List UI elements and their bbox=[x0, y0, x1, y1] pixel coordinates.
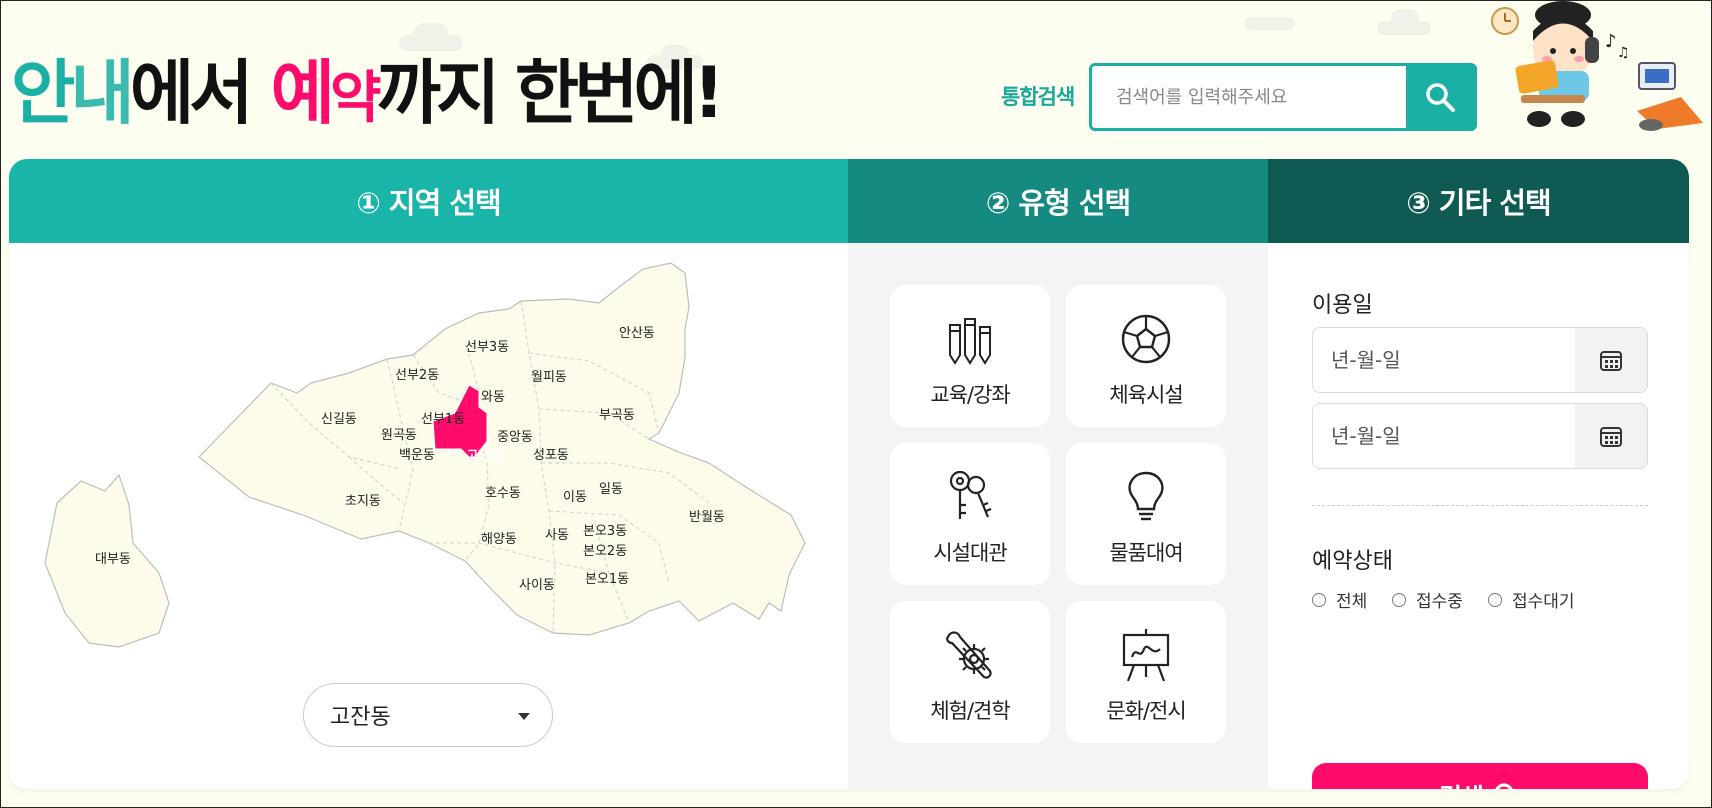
status-radio-pending[interactable]: 접수대기 bbox=[1488, 587, 1575, 612]
region-map: 안산동 선부3동 월피동 선부2동 와동 부곡동 신길동 선부1동 원곡동 중앙… bbox=[44, 262, 806, 648]
category-card-education[interactable]: 교육/강좌 bbox=[890, 285, 1050, 427]
map-label: 이동 bbox=[563, 490, 587, 505]
category-card-item-rental[interactable]: 물품대여 bbox=[1066, 443, 1226, 585]
other-selection-column: 이용일 예약상태 전체 접수중 접수대기 검색 bbox=[1268, 243, 1689, 789]
radio-label: 전체 bbox=[1336, 592, 1368, 612]
map-label: 호수동 bbox=[485, 486, 521, 501]
map-label: 본오2동 bbox=[583, 544, 627, 559]
region-select-value: 고잔동 bbox=[330, 705, 391, 730]
search-icon bbox=[1495, 783, 1513, 789]
map-label: 일동 bbox=[599, 482, 623, 497]
map-label: 선부3동 bbox=[465, 340, 509, 355]
submit-search-button[interactable]: 검색 bbox=[1312, 763, 1648, 789]
map-label: 사동 bbox=[545, 528, 569, 543]
search-label: 통합검색 bbox=[1001, 85, 1075, 109]
map-label: 선부2동 bbox=[395, 368, 439, 383]
submit-label: 검색 bbox=[1439, 778, 1484, 789]
cloud-decoration bbox=[1245, 17, 1295, 30]
category-card-culture[interactable]: 문화/전시 bbox=[1066, 601, 1226, 743]
category-card-sports[interactable]: 체육시설 bbox=[1066, 285, 1226, 427]
map-label: 선부1동 bbox=[421, 412, 465, 427]
headline-part: 에서 bbox=[129, 52, 254, 134]
cloud-decoration bbox=[413, 23, 449, 47]
category-label: 체육시설 bbox=[1109, 383, 1183, 407]
region-select[interactable]: 고잔동 bbox=[303, 683, 553, 747]
map-label: 본오3동 bbox=[583, 524, 627, 539]
map-label: 대부동 bbox=[95, 552, 131, 567]
date-end bbox=[1312, 403, 1648, 469]
radio-circle bbox=[1312, 592, 1326, 607]
map-label: 백운동 bbox=[399, 448, 435, 463]
category-label: 시설대관 bbox=[933, 541, 1007, 565]
calendar-button[interactable] bbox=[1575, 404, 1647, 468]
search-icon bbox=[1426, 83, 1455, 112]
search-input[interactable] bbox=[1092, 66, 1406, 128]
headline-part: 안 bbox=[11, 52, 75, 134]
tab-region[interactable]: ① 지역 선택 bbox=[9, 159, 848, 243]
category-label: 물품대여 bbox=[1109, 541, 1183, 565]
easel-icon bbox=[1122, 629, 1170, 682]
map-label-selected: 고잔동 bbox=[467, 447, 500, 462]
date-start bbox=[1312, 327, 1648, 393]
category-label: 체험/견학 bbox=[930, 699, 1010, 723]
calendar-icon bbox=[1600, 427, 1622, 447]
category-card-experience[interactable]: 체험/견학 bbox=[890, 601, 1050, 743]
radio-circle bbox=[1488, 592, 1502, 607]
date-start-input[interactable] bbox=[1313, 328, 1577, 392]
pencils-icon bbox=[949, 318, 991, 365]
map-area-main[interactable] bbox=[198, 262, 806, 636]
map-label: 신길동 bbox=[321, 412, 357, 427]
date-title: 이용일 bbox=[1312, 293, 1373, 318]
category-label: 교육/강좌 bbox=[930, 383, 1010, 407]
character-illustration: ♪ ♫ bbox=[1491, 1, 1703, 131]
cloud-decoration bbox=[1391, 9, 1419, 27]
radio-label: 접수중 bbox=[1416, 592, 1463, 612]
category-label: 문화/전시 bbox=[1106, 699, 1186, 723]
svg-text:♪: ♪ bbox=[1605, 31, 1617, 52]
tab-other[interactable]: ③ 기타 선택 bbox=[1268, 159, 1689, 243]
map-label: 반월동 bbox=[689, 510, 725, 525]
map-label: 중앙동 bbox=[497, 430, 533, 445]
keys-icon bbox=[949, 470, 992, 519]
reservation-panel: ① 지역 선택 ② 유형 선택 ③ 기타 선택 안산동 선부3동 월피동 선부2… bbox=[9, 159, 1689, 789]
map-label: 성포동 bbox=[533, 448, 569, 463]
headline-part: 예 bbox=[270, 52, 335, 134]
map-label: 와동 bbox=[481, 390, 505, 405]
tab-type[interactable]: ② 유형 선택 bbox=[848, 159, 1268, 243]
headline-part: 내 bbox=[70, 52, 134, 134]
page-headline: 안내에서 예약까지 한번에! bbox=[11, 52, 725, 139]
radio-label: 접수대기 bbox=[1512, 592, 1575, 612]
soccer-ball-icon bbox=[1121, 314, 1171, 364]
headline-part: 까지 한번에! bbox=[376, 52, 725, 134]
headline-part: 약 bbox=[330, 66, 381, 131]
map-label: 초지동 bbox=[345, 494, 381, 509]
calendar-button[interactable] bbox=[1575, 328, 1647, 392]
divider bbox=[1312, 505, 1648, 506]
map-label: 본오1동 bbox=[585, 572, 629, 587]
wrench-gear-icon bbox=[946, 631, 992, 679]
map-label: 안산동 bbox=[619, 326, 655, 341]
status-title: 예약상태 bbox=[1312, 549, 1393, 574]
category-card-facility-rental[interactable]: 시설대관 bbox=[890, 443, 1050, 585]
map-label: 사이동 bbox=[519, 578, 555, 593]
date-end-input[interactable] bbox=[1313, 404, 1577, 468]
svg-text:♫: ♫ bbox=[1617, 45, 1630, 61]
chevron-down-icon bbox=[518, 713, 530, 720]
map-label: 원곡동 bbox=[381, 428, 417, 443]
status-radio-all[interactable]: 전체 bbox=[1312, 587, 1367, 612]
map-label: 해양동 bbox=[481, 532, 517, 547]
search-box bbox=[1089, 63, 1477, 131]
lightbulb-icon bbox=[1128, 471, 1164, 521]
search-button[interactable] bbox=[1406, 66, 1474, 128]
map-label: 부곡동 bbox=[599, 408, 635, 423]
status-radio-open[interactable]: 접수중 bbox=[1392, 587, 1463, 612]
radio-circle bbox=[1392, 592, 1406, 607]
type-selection-column: 교육/강좌 체육시설 시설대관 물품대여 체험/견학 문화/전시 bbox=[848, 243, 1268, 789]
calendar-icon bbox=[1600, 351, 1622, 371]
map-label: 월피동 bbox=[531, 370, 567, 385]
